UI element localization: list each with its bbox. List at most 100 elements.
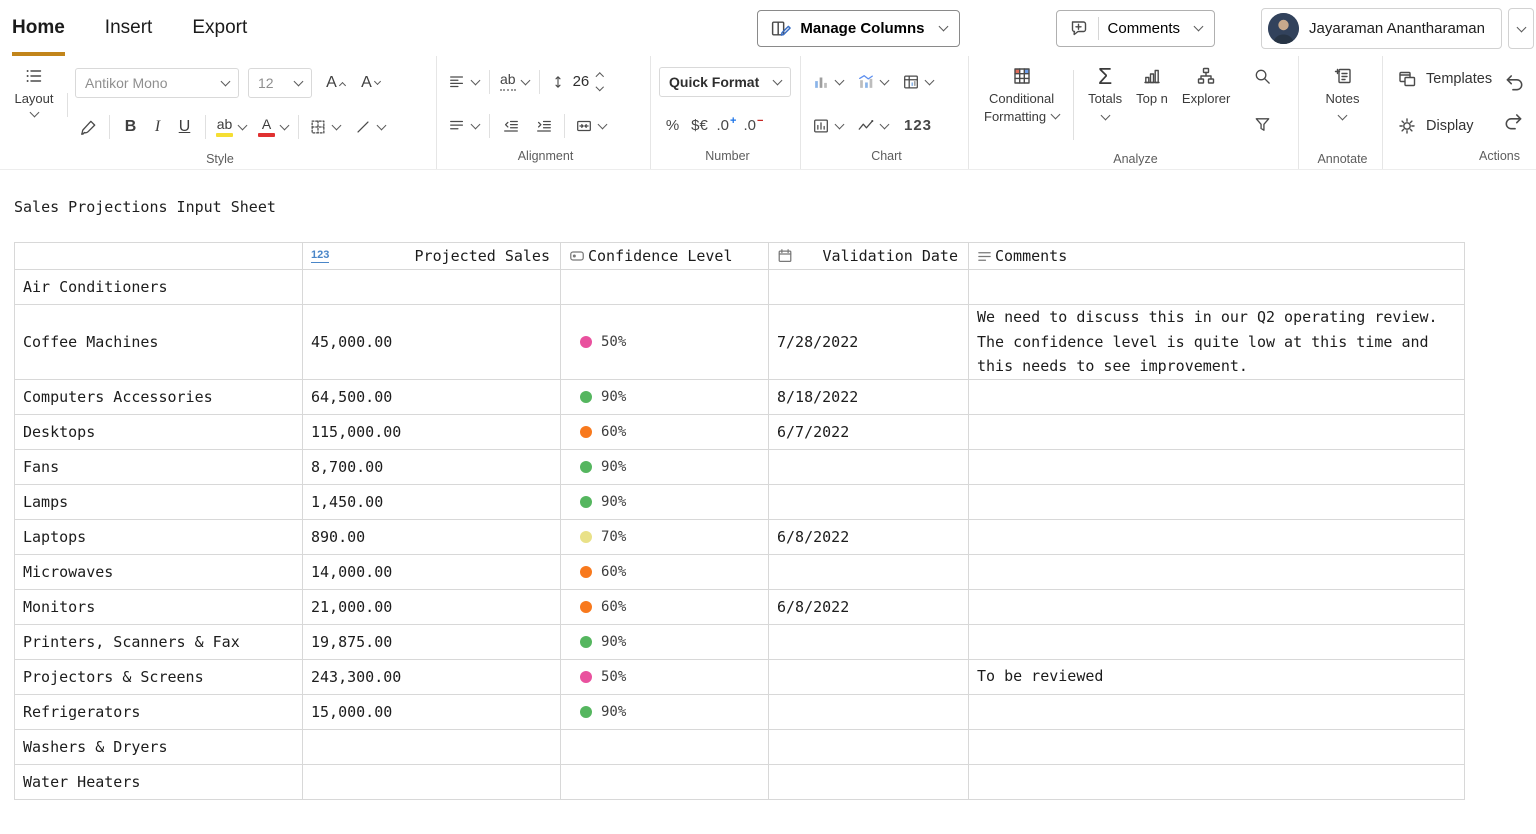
- projected-sales-cell[interactable]: 8,700.00: [303, 449, 561, 484]
- row-height-control[interactable]: 26: [547, 67, 606, 97]
- column-header-product[interactable]: [15, 243, 303, 270]
- validation-date-cell[interactable]: [769, 270, 969, 305]
- comment-cell[interactable]: [969, 764, 1465, 799]
- projected-sales-cell[interactable]: [303, 764, 561, 799]
- product-cell[interactable]: Lamps: [15, 484, 303, 519]
- combo-chart-button[interactable]: [854, 67, 891, 97]
- validation-date-cell[interactable]: 6/8/2022: [769, 519, 969, 554]
- product-cell[interactable]: Coffee Machines: [15, 305, 303, 380]
- decrease-indent-button[interactable]: [497, 111, 524, 141]
- product-cell[interactable]: Water Heaters: [15, 764, 303, 799]
- projected-sales-cell[interactable]: [303, 729, 561, 764]
- validation-date-cell[interactable]: 6/7/2022: [769, 414, 969, 449]
- totals-button[interactable]: Σ Totals: [1081, 59, 1129, 151]
- conditional-formatting-button[interactable]: Conditional Formatting: [977, 59, 1066, 151]
- product-cell[interactable]: Air Conditioners: [15, 270, 303, 305]
- confidence-cell[interactable]: 90%: [561, 694, 769, 729]
- bar-chart-button[interactable]: [809, 67, 846, 97]
- confidence-cell[interactable]: [561, 270, 769, 305]
- validation-date-cell[interactable]: [769, 624, 969, 659]
- confidence-cell[interactable]: [561, 729, 769, 764]
- comment-cell[interactable]: [969, 414, 1465, 449]
- templates-button[interactable]: Templates: [1397, 69, 1492, 89]
- diagonal-border-button[interactable]: [351, 112, 388, 142]
- product-cell[interactable]: Desktops: [15, 414, 303, 449]
- merge-cells-button[interactable]: [572, 111, 609, 141]
- tab-insert[interactable]: Insert: [105, 0, 153, 56]
- comment-cell[interactable]: [969, 270, 1465, 305]
- confidence-cell[interactable]: 90%: [561, 379, 769, 414]
- product-cell[interactable]: Printers, Scanners & Fax: [15, 624, 303, 659]
- font-color-button[interactable]: A: [255, 112, 291, 142]
- comment-cell[interactable]: [969, 484, 1465, 519]
- increase-font-size-button[interactable]: A: [322, 68, 349, 98]
- projected-sales-cell[interactable]: 64,500.00: [303, 379, 561, 414]
- product-cell[interactable]: Fans: [15, 449, 303, 484]
- comment-cell[interactable]: [969, 379, 1465, 414]
- format-painter-button[interactable]: [75, 112, 102, 142]
- confidence-cell[interactable]: 90%: [561, 449, 769, 484]
- percent-format-button[interactable]: %: [659, 111, 686, 141]
- projected-sales-cell[interactable]: 243,300.00: [303, 659, 561, 694]
- comment-cell[interactable]: To be reviewed: [969, 659, 1465, 694]
- confidence-cell[interactable]: 60%: [561, 589, 769, 624]
- comment-cell[interactable]: [969, 694, 1465, 729]
- pivot-chart-button[interactable]: [899, 67, 936, 97]
- wrap-text-button[interactable]: ab: [497, 67, 532, 97]
- decrease-font-size-button[interactable]: A: [357, 68, 384, 98]
- chart-type-button[interactable]: [809, 111, 846, 141]
- validation-date-cell[interactable]: [769, 554, 969, 589]
- comment-cell[interactable]: [969, 589, 1465, 624]
- comments-button[interactable]: Comments: [1056, 10, 1216, 47]
- column-header-projected-sales[interactable]: 123 Projected Sales: [303, 243, 561, 270]
- validation-date-cell[interactable]: 7/28/2022: [769, 305, 969, 380]
- decrease-decimal-button[interactable]: .0−: [740, 111, 767, 141]
- font-family-select[interactable]: Antikor Mono: [75, 68, 239, 98]
- font-size-select[interactable]: 12: [248, 68, 312, 98]
- product-cell[interactable]: Projectors & Screens: [15, 659, 303, 694]
- projected-sales-cell[interactable]: 115,000.00: [303, 414, 561, 449]
- horizontal-align-button[interactable]: [445, 67, 482, 97]
- confidence-cell[interactable]: 60%: [561, 414, 769, 449]
- redo-button[interactable]: [1500, 106, 1528, 136]
- account-button[interactable]: Jayaraman Anantharaman: [1261, 8, 1502, 49]
- projected-sales-cell[interactable]: [303, 270, 561, 305]
- column-header-validation-date[interactable]: Validation Date: [769, 243, 969, 270]
- search-button[interactable]: [1249, 61, 1276, 91]
- vertical-align-button[interactable]: [445, 111, 482, 141]
- account-menu-button[interactable]: [1508, 8, 1534, 49]
- validation-date-cell[interactable]: [769, 694, 969, 729]
- confidence-cell[interactable]: 50%: [561, 659, 769, 694]
- increase-indent-button[interactable]: [530, 111, 557, 141]
- highlight-color-button[interactable]: ab: [213, 112, 249, 142]
- comment-cell[interactable]: [969, 519, 1465, 554]
- quick-format-select[interactable]: Quick Format: [659, 67, 791, 97]
- comment-cell[interactable]: [969, 624, 1465, 659]
- product-cell[interactable]: Computers Accessories: [15, 379, 303, 414]
- number-display-button[interactable]: 123: [901, 111, 935, 141]
- projected-sales-cell[interactable]: 19,875.00: [303, 624, 561, 659]
- validation-date-cell[interactable]: [769, 659, 969, 694]
- italic-button[interactable]: I: [144, 112, 171, 142]
- product-cell[interactable]: Washers & Dryers: [15, 729, 303, 764]
- validation-date-cell[interactable]: [769, 764, 969, 799]
- confidence-cell[interactable]: 90%: [561, 624, 769, 659]
- projected-sales-cell[interactable]: 15,000.00: [303, 694, 561, 729]
- row-height-spinner[interactable]: [597, 74, 603, 90]
- bold-button[interactable]: B: [117, 112, 144, 142]
- product-cell[interactable]: Monitors: [15, 589, 303, 624]
- product-cell[interactable]: Laptops: [15, 519, 303, 554]
- comment-cell[interactable]: We need to discuss this in our Q2 operat…: [969, 305, 1465, 380]
- product-cell[interactable]: Microwaves: [15, 554, 303, 589]
- tab-home[interactable]: Home: [12, 0, 65, 56]
- currency-format-button[interactable]: $€: [686, 111, 713, 141]
- column-header-comments[interactable]: Comments: [969, 243, 1465, 270]
- layout-button[interactable]: Layout: [8, 59, 60, 151]
- validation-date-cell[interactable]: [769, 484, 969, 519]
- product-cell[interactable]: Refrigerators: [15, 694, 303, 729]
- projected-sales-cell[interactable]: 1,450.00: [303, 484, 561, 519]
- confidence-cell[interactable]: 60%: [561, 554, 769, 589]
- projected-sales-cell[interactable]: 14,000.00: [303, 554, 561, 589]
- validation-date-cell[interactable]: [769, 729, 969, 764]
- comment-cell[interactable]: [969, 554, 1465, 589]
